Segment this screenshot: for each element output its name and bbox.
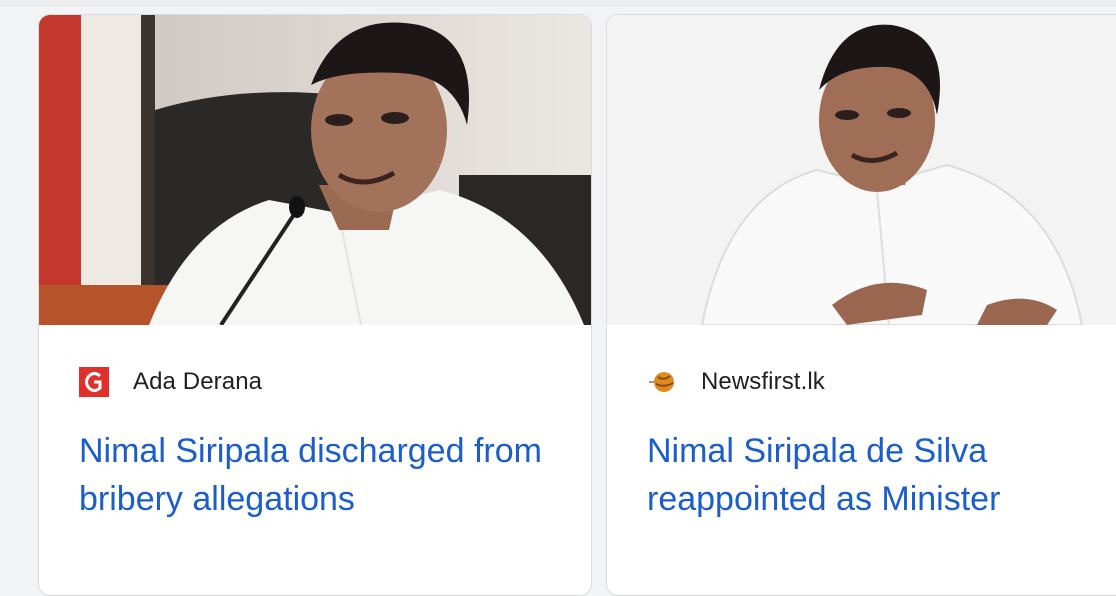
source-row: Newsfirst.lk bbox=[647, 367, 825, 397]
news-headline-link[interactable]: Nimal Siripala de Silva reappointed as M… bbox=[647, 427, 1116, 523]
newsfirst-globe-icon bbox=[647, 367, 677, 397]
top-divider bbox=[0, 0, 1116, 6]
ada-derana-logo-icon bbox=[79, 367, 109, 397]
news-source-name[interactable]: Newsfirst.lk bbox=[701, 368, 825, 396]
news-source-name[interactable]: Ada Derana bbox=[133, 368, 262, 396]
news-card-newsfirst[interactable]: Newsfirst.lk Nimal Siripala de Silva rea… bbox=[606, 14, 1116, 596]
source-row: Ada Derana bbox=[79, 367, 262, 397]
news-headline-link[interactable]: Nimal Siripala discharged from bribery a… bbox=[79, 427, 571, 523]
news-card-ada-derana[interactable]: Ada Derana Nimal Siripala discharged fro… bbox=[38, 14, 592, 596]
news-thumbnail-image[interactable] bbox=[39, 15, 591, 325]
news-thumbnail-image[interactable] bbox=[607, 15, 1116, 325]
